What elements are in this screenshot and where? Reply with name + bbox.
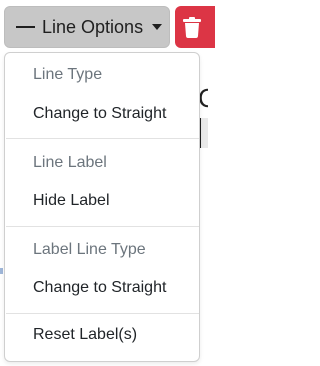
menu-header-line-type: Line Type — [33, 66, 103, 83]
line-options-button[interactable]: Line Options — [4, 6, 170, 48]
canvas: C Line Options Line Type Change to Strai… — [0, 0, 215, 366]
background-tick — [0, 268, 3, 274]
delete-button[interactable] — [175, 6, 215, 48]
horizontal-line-icon — [16, 26, 35, 28]
menu-item-hide-label[interactable]: Hide Label — [6, 184, 199, 218]
menu-header-label-line-type: Label Line Type — [33, 241, 146, 258]
line-options-menu: Line Type Change to Straight Line Label … — [4, 52, 200, 362]
menu-header-line-label: Line Label — [33, 154, 107, 171]
menu-item-line-type-change-to-straight[interactable]: Change to Straight — [6, 97, 199, 131]
menu-divider — [6, 138, 199, 139]
menu-item-label-line-change-to-straight[interactable]: Change to Straight — [6, 271, 199, 305]
menu-divider — [6, 226, 199, 227]
background-box-fragment — [199, 118, 208, 148]
menu-divider — [6, 313, 199, 314]
trash-icon — [183, 16, 201, 38]
menu-item-reset-labels[interactable]: Reset Label(s) — [6, 318, 199, 352]
line-options-label: Line Options — [42, 16, 144, 37]
caret-down-icon — [152, 24, 163, 30]
